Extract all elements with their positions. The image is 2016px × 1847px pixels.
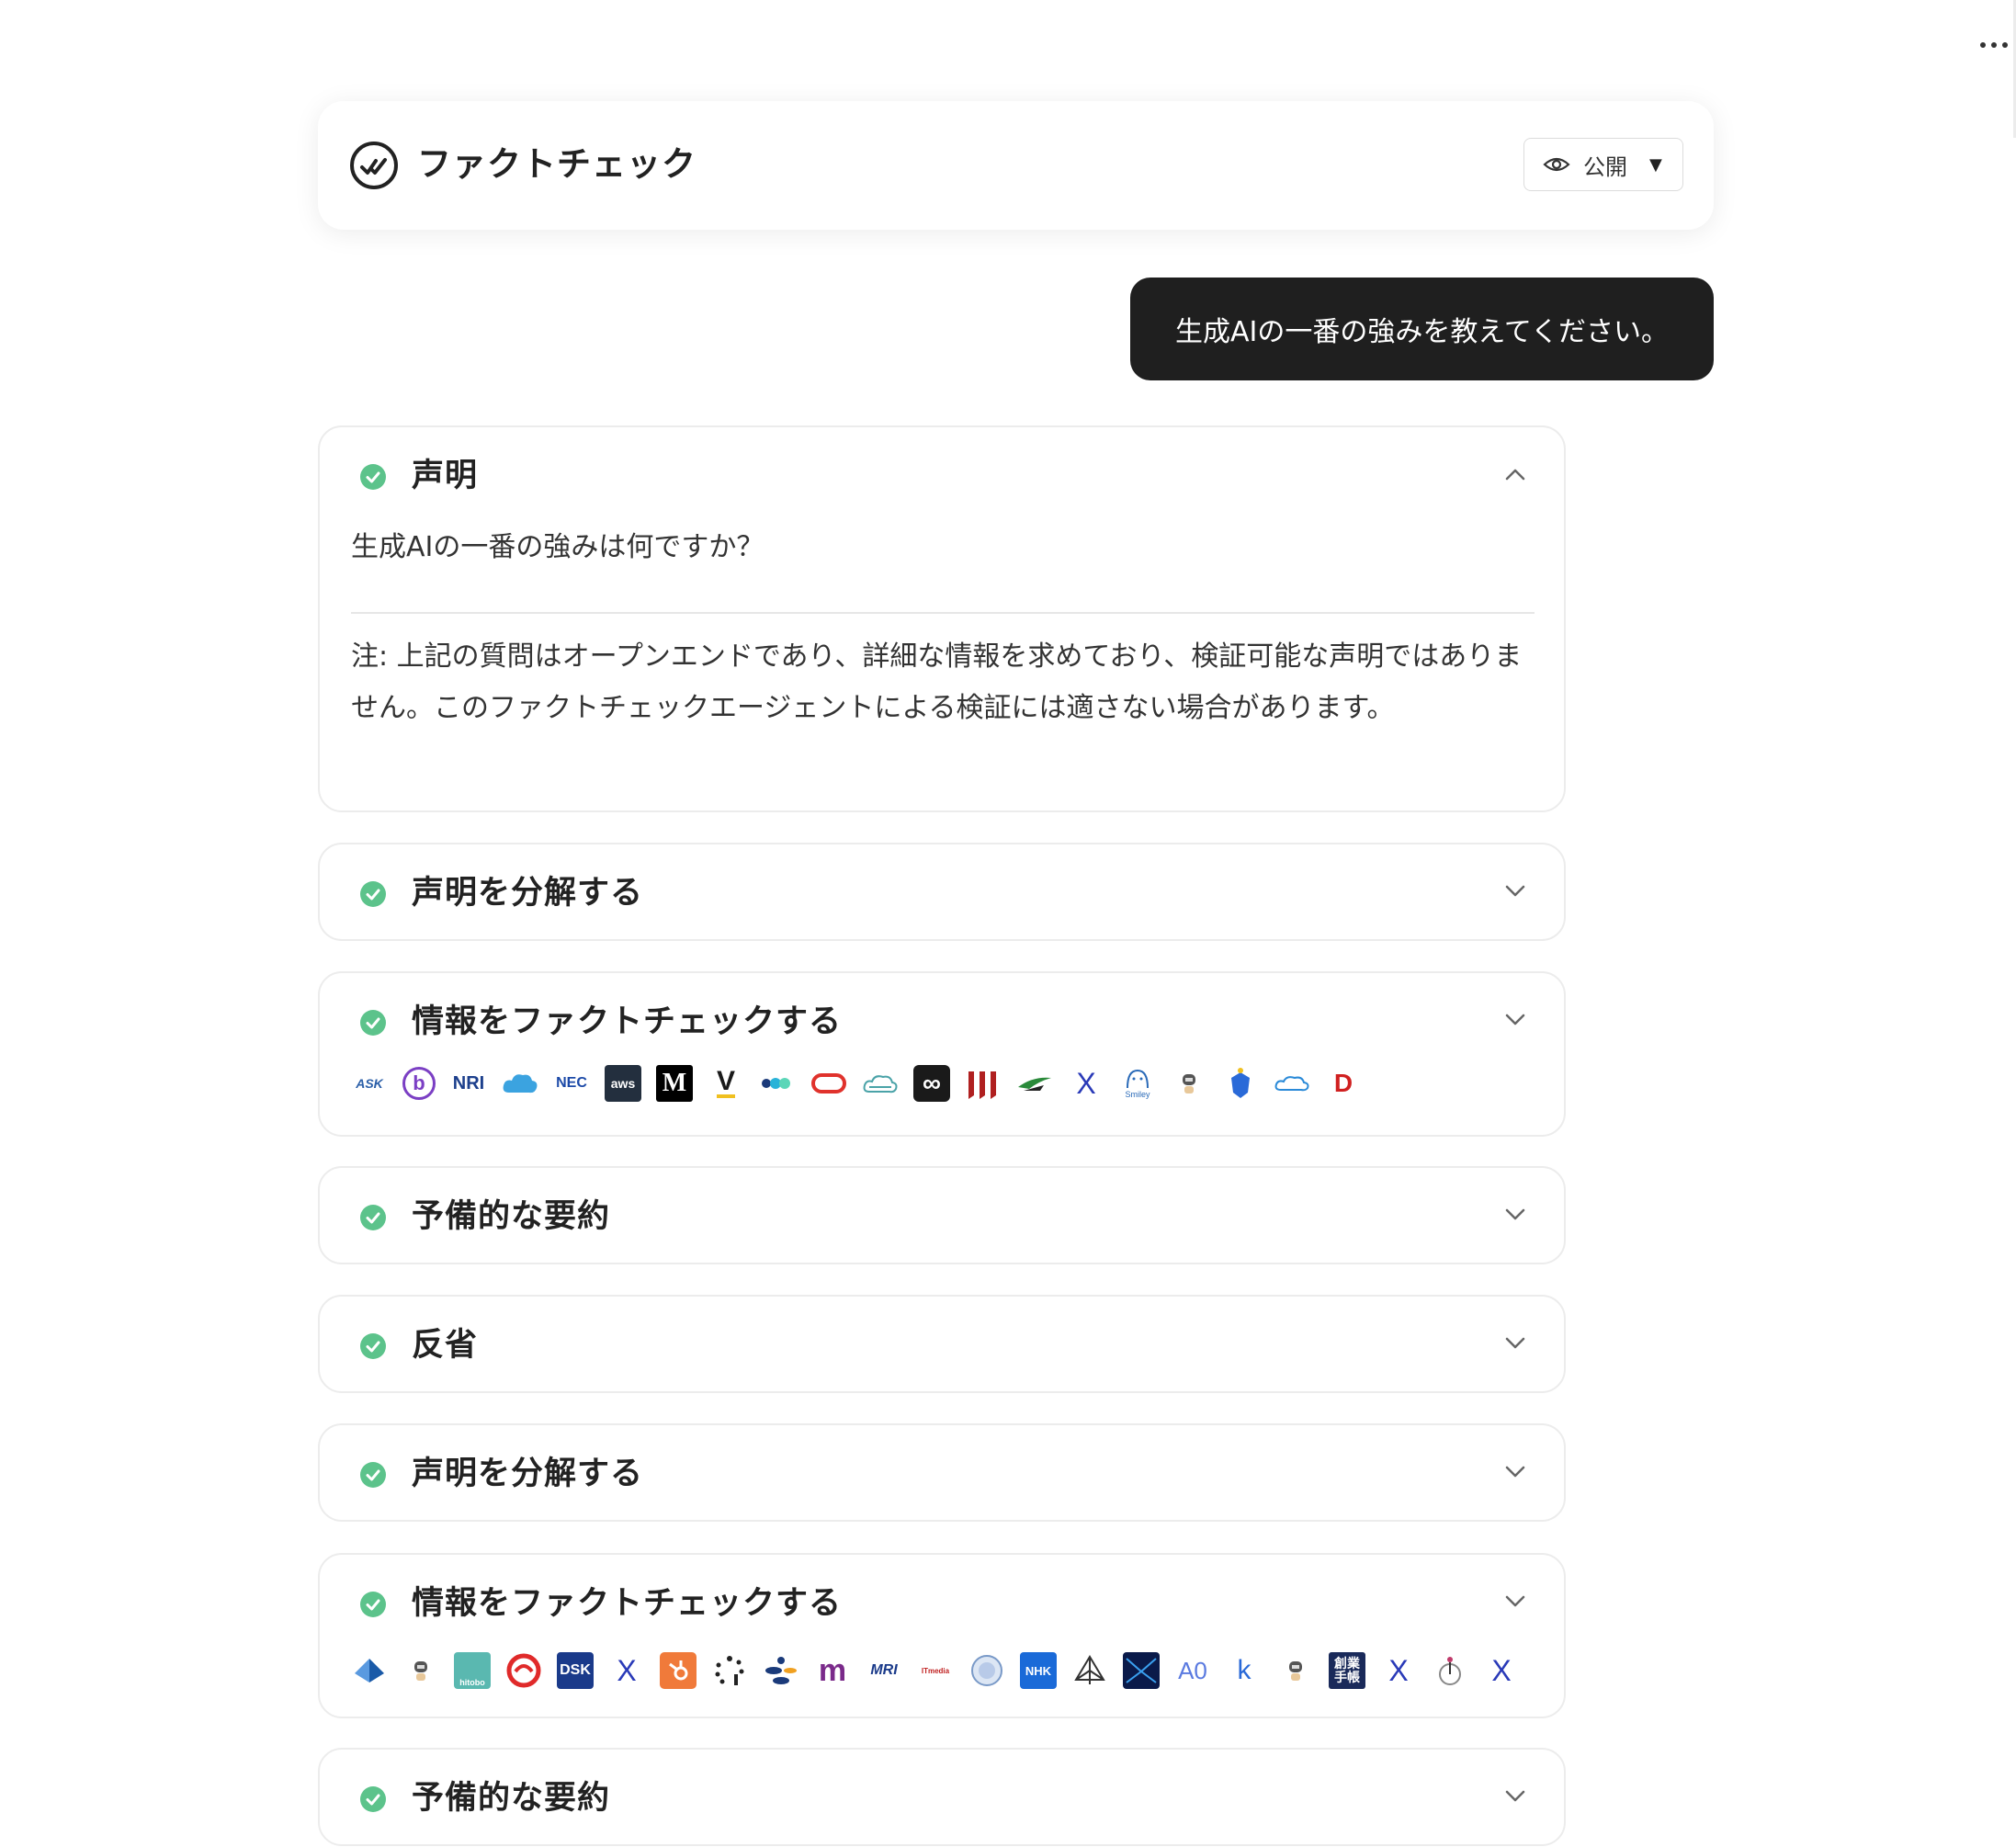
- step-title: 情報をファクトチェックする: [412, 1585, 843, 1622]
- step-card-statement: 声明 生成AIの一番の強みは何ですか？ 注: 上記の質問はオープンエンドであり、…: [318, 425, 1566, 812]
- source-logo-smiley[interactable]: Smiley: [1119, 1065, 1156, 1102]
- source-logo-nri[interactable]: NRI: [450, 1065, 487, 1102]
- divider: [351, 612, 1535, 614]
- source-logo-x[interactable]: X: [1068, 1065, 1104, 1102]
- check-circle-icon: [360, 1010, 386, 1036]
- statement-question: 生成AIの一番の強みは何ですか？: [351, 531, 764, 563]
- source-logo-globe[interactable]: [968, 1652, 1005, 1689]
- check-circle-icon: [360, 1786, 386, 1812]
- agent-header: ファクトチェック 公開 ▼: [318, 101, 1714, 230]
- source-logo-hitobo[interactable]: hitobo: [454, 1652, 491, 1689]
- check-circle-icon: [360, 1205, 386, 1230]
- source-logo-x[interactable]: X: [1483, 1652, 1520, 1689]
- source-logo-dsk[interactable]: DSK: [557, 1652, 594, 1689]
- step-title: 情報をファクトチェックする: [412, 1003, 843, 1040]
- check-circle-icon: [360, 464, 386, 490]
- step-card-summary[interactable]: 予備的な要約: [318, 1166, 1566, 1264]
- source-logo-nec[interactable]: NEC: [553, 1065, 590, 1102]
- source-logo-itmedia[interactable]: ITmedia: [917, 1652, 954, 1689]
- step-title: 予備的な要約: [412, 1198, 611, 1235]
- step-header-summary[interactable]: 予備的な要約: [320, 1750, 1564, 1847]
- visibility-label: 公開: [1583, 153, 1627, 180]
- source-logo-oracle[interactable]: [810, 1065, 847, 1102]
- source-logo-v[interactable]: V: [708, 1065, 744, 1102]
- source-logo-figure[interactable]: [1432, 1652, 1468, 1689]
- source-logo-pyramid[interactable]: [351, 1652, 388, 1689]
- step-card-decompose[interactable]: 声明を分解する: [318, 843, 1566, 941]
- source-logo-mri[interactable]: MRI: [866, 1652, 902, 1689]
- chevron-down-icon[interactable]: [1505, 1466, 1525, 1479]
- chevron-down-icon[interactable]: [1505, 1790, 1525, 1803]
- step-header-factcheck[interactable]: 情報をファクトチェックする: [320, 973, 1564, 1071]
- source-logo-swirl[interactable]: [505, 1652, 542, 1689]
- chevron-down-icon[interactable]: [1505, 1595, 1525, 1608]
- step-title: 声明を分解する: [412, 875, 644, 912]
- source-logo-nhk[interactable]: NHK: [1020, 1652, 1057, 1689]
- check-circle-icon: [360, 1592, 386, 1617]
- source-logo-x[interactable]: X: [608, 1652, 645, 1689]
- source-logo-m[interactable]: m: [814, 1652, 851, 1689]
- source-logo-d[interactable]: D: [1325, 1065, 1362, 1102]
- source-logo-dots[interactable]: [759, 1065, 796, 1102]
- step-title: 声明: [412, 458, 479, 494]
- source-logo-k[interactable]: k: [1226, 1652, 1263, 1689]
- visibility-dropdown[interactable]: 公開 ▼: [1523, 138, 1683, 191]
- step-card-factcheck[interactable]: 情報をファクトチェックする ASK b NRI NEC aws M V ∞ X …: [318, 971, 1566, 1137]
- step-header-statement[interactable]: 声明: [320, 427, 1564, 525]
- source-logo-x[interactable]: X: [1380, 1652, 1417, 1689]
- step-header-summary[interactable]: 予備的な要約: [320, 1168, 1564, 1265]
- source-logo-tent[interactable]: [1071, 1652, 1108, 1689]
- step-card-decompose-2[interactable]: 声明を分解する: [318, 1423, 1566, 1522]
- statement-note: 注: 上記の質問はオープンエンドであり、詳細な情報を求めており、検証可能な声明で…: [351, 640, 1523, 724]
- source-logo-wing[interactable]: [1016, 1065, 1053, 1102]
- source-logo-ask[interactable]: ASK: [351, 1065, 388, 1102]
- step-card-factcheck-2[interactable]: 情報をファクトチェックする hitobo DSK X m MRI ITmedia…: [318, 1553, 1566, 1718]
- step-header-reflection[interactable]: 反省: [320, 1297, 1564, 1394]
- caret-down-icon: ▼: [1649, 154, 1662, 175]
- step-title: 反省: [412, 1327, 479, 1364]
- step-header-decompose[interactable]: 声明を分解する: [320, 1425, 1564, 1523]
- step-card-summary-2[interactable]: 予備的な要約: [318, 1748, 1566, 1846]
- user-message: 生成AIの一番の強みを教えてください。: [1130, 278, 1714, 380]
- chevron-down-icon[interactable]: [1505, 1208, 1525, 1221]
- source-logo-envelope[interactable]: [1123, 1652, 1160, 1689]
- source-logo-aws[interactable]: aws: [605, 1065, 641, 1102]
- source-logo-cloud-blue[interactable]: [1274, 1065, 1310, 1102]
- user-message-text: 生成AIの一番の強みを教えてください。: [1175, 316, 1669, 348]
- step-header-decompose[interactable]: 声明を分解する: [320, 844, 1564, 942]
- source-logos: ASK b NRI NEC aws M V ∞ X Smiley D: [351, 1065, 1362, 1102]
- check-circle-icon: [360, 881, 386, 907]
- source-logo-cloud-outline[interactable]: [862, 1065, 899, 1102]
- source-logo-b[interactable]: b: [402, 1067, 436, 1100]
- source-logo-hubspot[interactable]: [660, 1652, 697, 1689]
- source-logo-shield[interactable]: [1222, 1065, 1259, 1102]
- source-logo-bars[interactable]: [965, 1065, 1002, 1102]
- check-circle-icon: [360, 1462, 386, 1488]
- chevron-up-icon[interactable]: [1505, 468, 1525, 481]
- source-logo-infinity[interactable]: ∞: [913, 1065, 950, 1102]
- step-title: 声明を分解する: [412, 1456, 644, 1492]
- more-options-icon[interactable]: [1976, 31, 2012, 59]
- source-logo-robot[interactable]: [1277, 1652, 1314, 1689]
- source-logo-medium[interactable]: M: [656, 1065, 693, 1102]
- source-logo-sogyo-techo[interactable]: 創業手帳: [1329, 1652, 1365, 1689]
- source-logo-robot[interactable]: [1171, 1065, 1207, 1102]
- fact-check-icon: [350, 142, 398, 189]
- chevron-down-icon[interactable]: [1505, 885, 1525, 898]
- source-logos: hitobo DSK X m MRI ITmedia NHK A0 k 創業手帳…: [351, 1652, 1520, 1689]
- step-title: 予備的な要約: [412, 1780, 611, 1817]
- check-circle-icon: [360, 1333, 386, 1359]
- source-logo-dots[interactable]: [763, 1652, 799, 1689]
- step-header-factcheck[interactable]: 情報をファクトチェックする: [320, 1555, 1564, 1652]
- source-logo-ao[interactable]: A0: [1174, 1652, 1211, 1689]
- chevron-down-icon[interactable]: [1505, 1014, 1525, 1026]
- page-title: ファクトチェック: [417, 144, 697, 184]
- eye-icon: [1543, 157, 1570, 172]
- chevron-down-icon[interactable]: [1505, 1337, 1525, 1350]
- source-logo-robot[interactable]: [402, 1652, 439, 1689]
- source-logo-spinner[interactable]: [711, 1652, 748, 1689]
- step-card-reflection[interactable]: 反省: [318, 1295, 1566, 1393]
- source-logo-cloud[interactable]: [502, 1065, 538, 1102]
